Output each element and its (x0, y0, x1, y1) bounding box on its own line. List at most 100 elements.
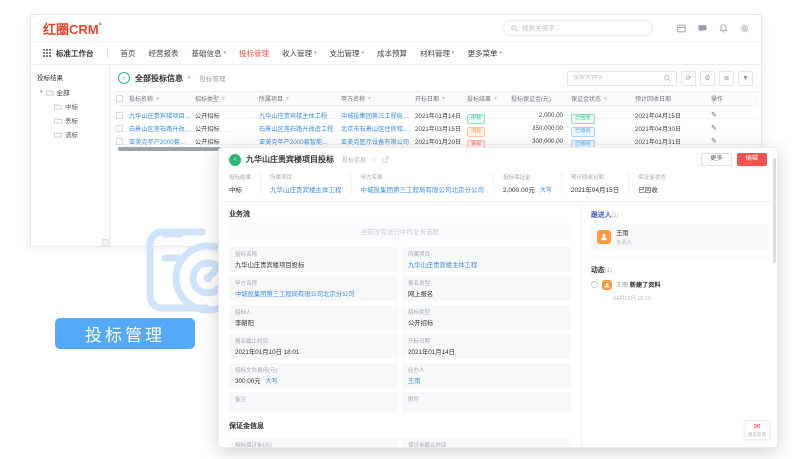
col-deposit-status[interactable]: 保证金状态▼ (571, 94, 635, 103)
detail-side-panel: 跟进人(1) 王雨 负责人 动态(1) 王雨 新建了资料 04月13日 16:1… (581, 202, 777, 448)
col-project[interactable]: 所属项目▼ (259, 94, 341, 103)
summary-recover-date: 预计回收日期 2021年04月15日 (561, 173, 628, 194)
filter-funnel-icon[interactable]: ▼ (493, 96, 498, 102)
project-link[interactable]: 石景山区莲石路升改造工程 (259, 124, 341, 133)
filter-funnel-icon[interactable]: ▼ (221, 96, 226, 102)
party-a-link[interactable]: 北京市石景山区住房和城... (341, 124, 415, 133)
list-title[interactable]: 全部投标信息 (135, 73, 183, 84)
row-checkbox[interactable] (116, 138, 123, 145)
menu-item-basic-info[interactable]: 基础信息▾ (192, 48, 227, 59)
settings-icon[interactable] (740, 24, 749, 33)
chevron-down-icon[interactable]: ▾ (188, 75, 191, 81)
row-checkbox[interactable] (116, 112, 123, 119)
menu-item-bid-management[interactable]: 投标管理 (239, 48, 269, 59)
list-toolbar: ‹ 全部投标信息 ▾ 投标管理 ⟳ ⚙ ≣ ▼ (110, 65, 761, 91)
columns-icon[interactable]: ≣ (719, 71, 734, 86)
menu-item-home[interactable]: 首页 (121, 48, 136, 59)
global-search[interactable] (503, 20, 653, 36)
menu-item-more[interactable]: 更多菜单▾ (468, 48, 503, 59)
workbench-icon[interactable] (677, 24, 686, 33)
filter-funnel-icon[interactable]: ▼ (155, 96, 160, 102)
activity-item: 王雨 新建了资料 (591, 280, 768, 290)
field-open-date: 开标日期2021年01月14日 (402, 334, 571, 359)
filter-icon[interactable]: ▼ (738, 71, 753, 86)
global-search-input[interactable] (522, 25, 645, 32)
filter-funnel-icon[interactable]: ▼ (441, 96, 446, 102)
menu-item-materials[interactable]: 材料管理▾ (420, 48, 455, 59)
menu-item-reports[interactable]: 经营报表 (149, 48, 179, 59)
tree-node-all[interactable]: ▾ 全部 (40, 87, 103, 97)
refresh-icon[interactable]: ⟳ (681, 71, 696, 86)
party-a-link[interactable]: 中城投集团第三工程局有限公司北京分公司 (361, 184, 485, 194)
col-tender-type[interactable]: 招标类型▼ (195, 94, 259, 103)
edit-pencil-icon[interactable]: ✎ (711, 111, 733, 119)
summary-result: 投标结果 中标 (229, 173, 260, 194)
follower-card[interactable]: 王雨 负责人 (591, 224, 768, 250)
message-icon[interactable] (698, 24, 707, 33)
field-remark: 备注 (229, 392, 398, 412)
col-party-a[interactable]: 甲方名称▼ (341, 94, 415, 103)
party-a-link[interactable]: 中城投集团第三工程局有... (341, 111, 415, 120)
caps-link[interactable]: 大写 (266, 379, 278, 385)
tree-node-lost[interactable]: 丢标 (54, 115, 103, 125)
list-search-input[interactable] (573, 75, 661, 81)
workspace-label[interactable]: 标准工作台 (56, 48, 94, 59)
col-recover-date[interactable]: 预计回收日期 (635, 94, 711, 103)
modal-scrollbar[interactable] (773, 158, 776, 263)
panel-divider (591, 257, 768, 258)
bid-name-link[interactable]: 九华山庄贵宾楼项目投标 (129, 111, 195, 120)
feedback-envelope-icon: ✉ (745, 423, 769, 431)
star-icon[interactable]: ☆ (371, 156, 377, 164)
project-link[interactable]: 九华山庄贵宾楼主体工程 (259, 111, 341, 120)
filter-funnel-icon[interactable]: ▼ (285, 96, 290, 102)
bid-name-link[interactable]: 石景山区莲石路升改造工程 (129, 124, 195, 133)
caps-link[interactable]: 大写 (540, 188, 552, 194)
select-all-checkbox[interactable] (116, 95, 123, 102)
project-link[interactable]: 九华山庄贵宾楼主体工程 (270, 184, 342, 194)
tree-node-failed[interactable]: 流标 (54, 129, 103, 139)
bell-icon[interactable] (719, 24, 728, 33)
field-tenderer: 招标人李朝阳 (229, 305, 398, 330)
follower-role: 负责人 (616, 238, 632, 246)
share-icon[interactable] (382, 156, 389, 163)
row-checkbox[interactable] (116, 125, 123, 132)
handler-link[interactable]: 王雨 (408, 376, 565, 385)
modal-title: 九华山庄贵宾楼项目投标 (246, 154, 334, 165)
detail-main-column: 业务流 当前没有进行中的业务流程 投标名称九华山庄贵宾楼项目投标 所属项目九华山… (219, 202, 581, 448)
more-button[interactable]: 更多 (701, 153, 731, 166)
deposit-amount: 2,000.00 (511, 112, 571, 119)
party-a-link[interactable]: 亚美克医疗设备有限公司 (341, 137, 415, 146)
project-link[interactable]: 九华山庄贵宾楼主体工程 (408, 260, 565, 269)
edit-pencil-icon[interactable]: ✎ (711, 124, 733, 132)
table-row[interactable]: 石景山区莲石路升改造工程 公开招标 石景山区莲石路升改造工程 北京市石景山区住房… (114, 119, 759, 132)
bid-name-link[interactable]: 亚美克年产2000套智能... (129, 137, 195, 146)
filter-funnel-icon[interactable]: ▼ (603, 96, 608, 102)
back-icon[interactable]: ‹ (118, 72, 130, 84)
apps-grid-icon[interactable] (43, 44, 51, 62)
filter-funnel-icon[interactable]: ▼ (367, 96, 372, 102)
project-link[interactable]: 亚美克年产2000套智能... (259, 137, 341, 146)
col-bid-name[interactable]: 投标名称▼ (129, 94, 195, 103)
tree-node-won[interactable]: 中标 (54, 101, 103, 111)
menu-item-income[interactable]: 收入管理▾ (282, 48, 317, 59)
col-deposit[interactable]: 投标保证金(元) (511, 94, 571, 103)
menu-item-cost-budget[interactable]: 成本预算 (377, 48, 407, 59)
col-result[interactable]: 投标结果▼ (467, 94, 511, 103)
summary-strip: 投标结果 中标 所属项目 九华山庄贵宾楼主体工程 甲方名称 中城投集团第三工程局… (219, 171, 777, 202)
activity-title: 动态(1) (591, 264, 768, 274)
top-bar: 红圈CRM° (31, 15, 761, 42)
feedback-widget[interactable]: ✉ 意见反馈 (744, 420, 770, 440)
party-a-link[interactable]: 中城投集团第三工程局有限公司北京分公司 (235, 289, 392, 298)
menu-item-expense[interactable]: 支出管理▾ (330, 48, 365, 59)
col-open-date[interactable]: 开标日期▼ (415, 94, 467, 103)
open-date: 2021年01月20日 (415, 137, 467, 146)
gear-icon[interactable]: ⚙ (700, 71, 715, 86)
edit-pencil-icon[interactable]: ✎ (711, 137, 733, 145)
edit-button[interactable]: 编辑 (737, 153, 767, 166)
deposit-amount: 350,000.00 (511, 125, 571, 132)
tree-expand-icon[interactable]: ▾ (40, 89, 43, 95)
list-search[interactable] (567, 71, 677, 86)
table-row[interactable]: 亚美克年产2000套智能... 公开招标 亚美克年产2000套智能... 亚美克… (114, 132, 759, 145)
table-row[interactable]: 九华山庄贵宾楼项目投标 公开招标 九华山庄贵宾楼主体工程 中城投集团第三工程局有… (114, 106, 759, 119)
sidebar-resize-handle[interactable] (102, 239, 109, 246)
